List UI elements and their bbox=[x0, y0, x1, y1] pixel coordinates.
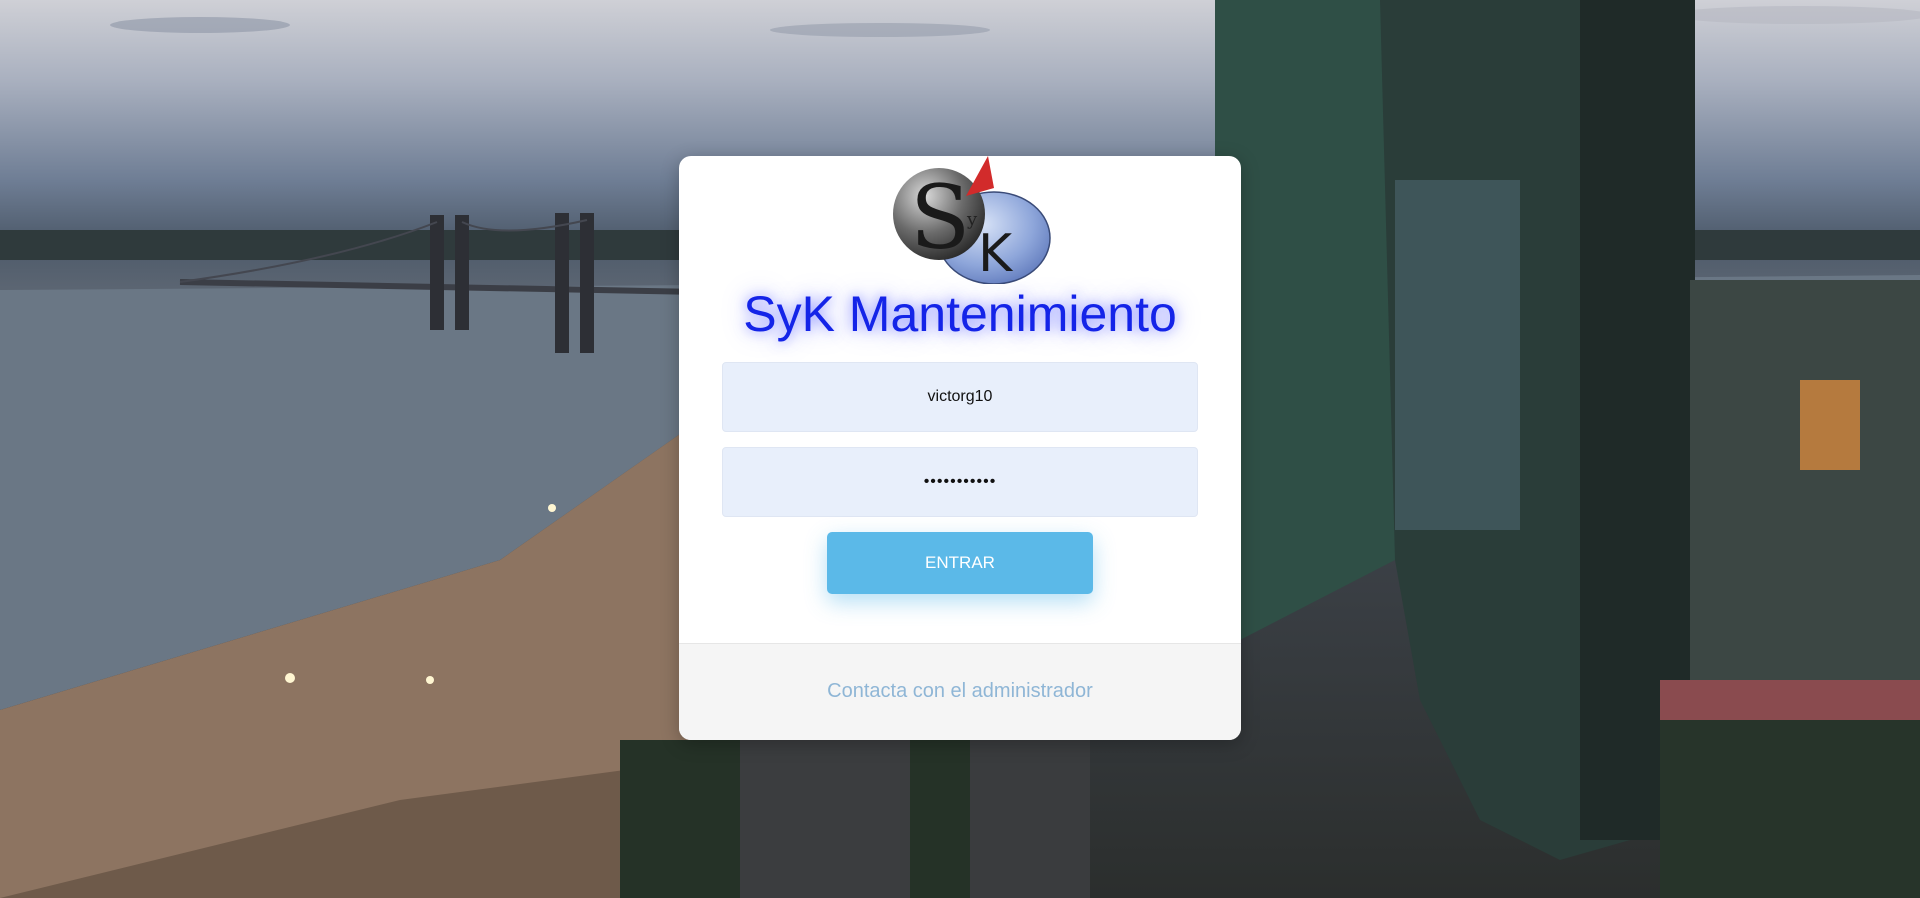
login-button[interactable]: ENTRAR bbox=[827, 532, 1093, 594]
logo-letter-k: K bbox=[978, 224, 1014, 284]
syk-logo: S y K bbox=[893, 156, 1051, 284]
logo-letter-y: y bbox=[966, 209, 978, 230]
contact-admin-link[interactable]: Contacta con el administrador bbox=[679, 644, 1241, 738]
username-input[interactable] bbox=[722, 362, 1198, 432]
password-input[interactable] bbox=[722, 447, 1198, 517]
card-footer: Contacta con el administrador bbox=[679, 643, 1241, 740]
app-title: SyK Mantenimiento bbox=[743, 286, 1177, 342]
login-card: S y K SyK Mantenimiento ENTRAR Contacta … bbox=[679, 156, 1241, 740]
logo-letter-s: S bbox=[910, 166, 970, 269]
